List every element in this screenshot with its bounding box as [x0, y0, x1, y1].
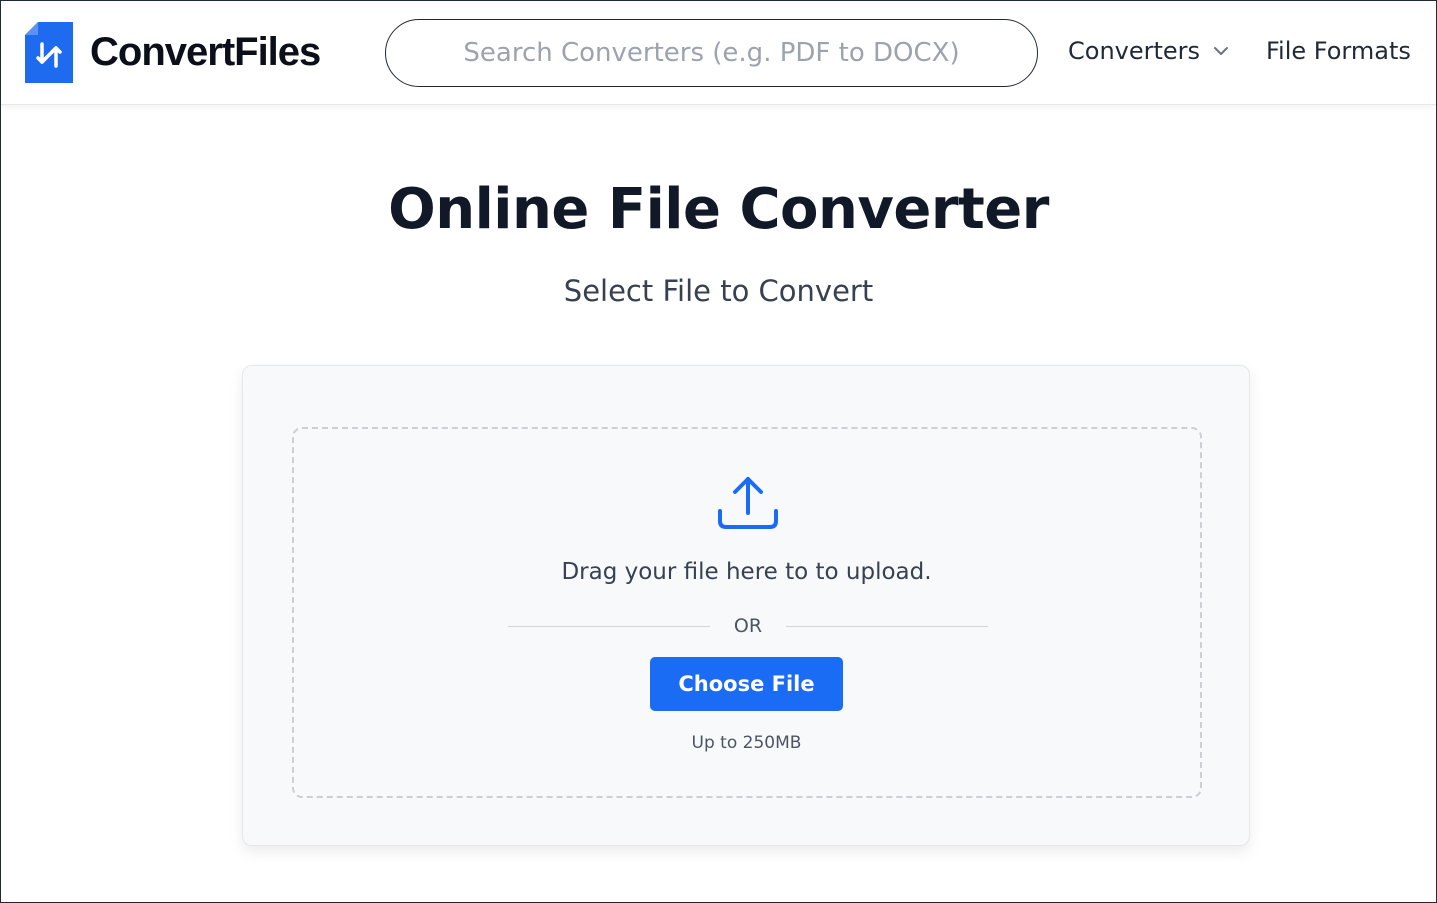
or-divider: OR — [508, 611, 989, 641]
nav-file-formats-link[interactable]: File Formats — [1266, 37, 1411, 65]
nav-converters-dropdown[interactable]: Converters — [1068, 37, 1230, 65]
chevron-down-icon — [1214, 47, 1229, 55]
page-title: Online File Converter — [388, 177, 1049, 242]
divider-line-left — [508, 625, 710, 627]
upload-icon — [718, 477, 778, 529]
search-input[interactable] — [386, 20, 1037, 86]
search-bar — [385, 19, 1038, 87]
file-dropzone[interactable]: Drag your file here to to upload. OR Cho… — [292, 427, 1202, 798]
page: ConvertFiles Converters File Formats Onl… — [0, 0, 1437, 903]
nav-converters-label: Converters — [1068, 37, 1201, 65]
choose-file-button[interactable]: Choose File — [650, 657, 843, 711]
divider-line-right — [786, 625, 989, 627]
or-text: OR — [733, 615, 763, 637]
page-subtitle: Select File to Convert — [563, 274, 874, 308]
logo-link[interactable]: ConvertFiles — [25, 22, 321, 83]
logo-text: ConvertFiles — [90, 30, 321, 74]
file-size-limit: Up to 250MB — [691, 733, 802, 753]
drag-instructions: Drag your file here to to upload. — [561, 559, 932, 585]
upload-card: Drag your file here to to upload. OR Cho… — [242, 365, 1250, 846]
logo-file-convert-icon — [25, 22, 73, 83]
site-header: ConvertFiles Converters File Formats — [1, 1, 1436, 105]
